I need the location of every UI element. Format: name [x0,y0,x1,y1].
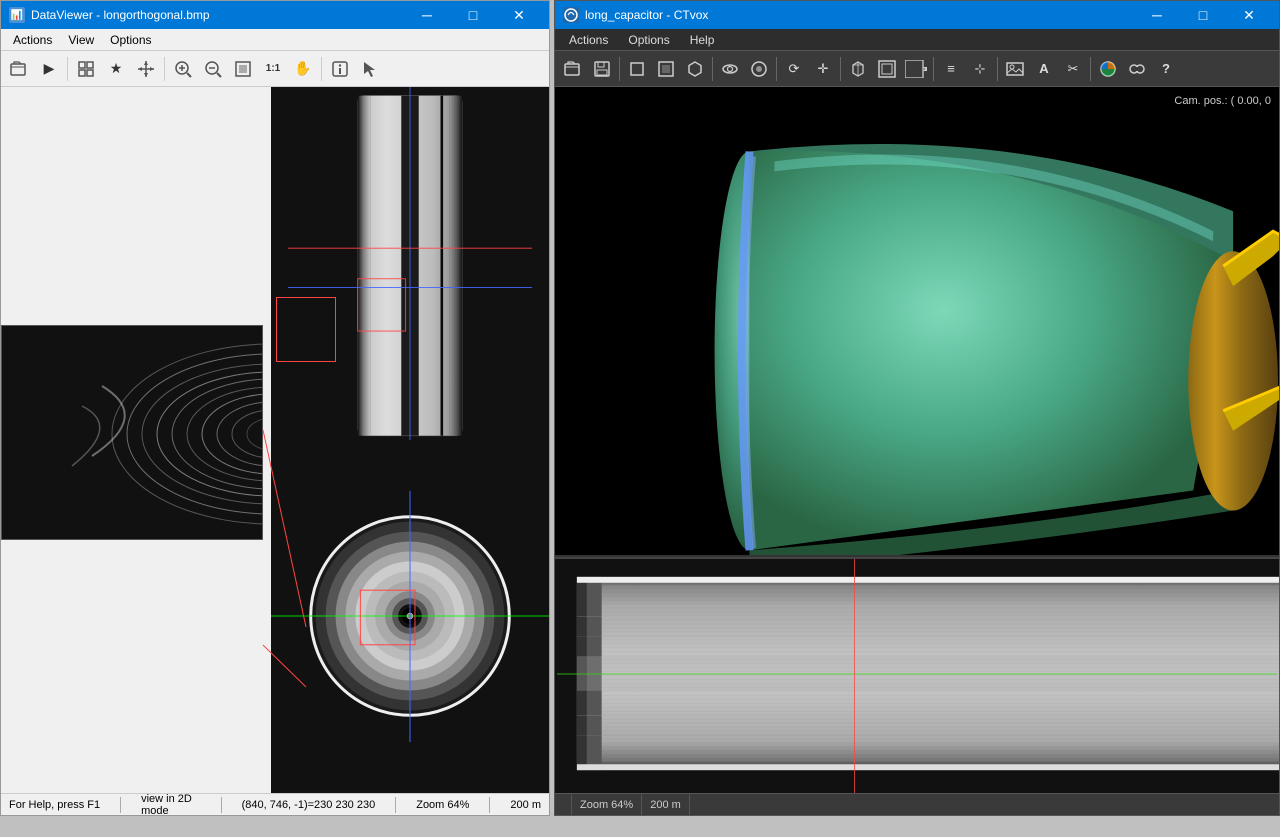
right-toolbar-sep-1 [619,57,620,81]
right-text-a-button[interactable]: A [1030,55,1058,83]
right-close-button[interactable]: ✕ [1227,1,1271,29]
left-window: 📊 DataViewer - longorthogonal.bmp ─ □ ✕ … [0,0,550,816]
right-cursor2-button[interactable]: ⊹ [966,55,994,83]
status-sep-4 [489,797,490,813]
ct-side-view-image [555,557,1279,793]
right-help-menu[interactable]: Help [680,31,725,49]
cursor-button[interactable] [356,55,384,83]
mode-text: view in 2D mode [141,793,200,817]
right-title-bar: long_capacitor - CTvox ─ □ ✕ [555,1,1279,29]
left-menu-bar: Actions View Options [1,29,549,51]
right-box2-button[interactable] [652,55,680,83]
right-window: long_capacitor - CTvox ─ □ ✕ Actions Opt… [554,0,1280,816]
scale-text: 200 m [510,799,541,811]
coords-text: (840, 746, -1)=230 230 230 [242,799,376,811]
status-sep-2 [221,797,222,813]
right-colors-button[interactable] [1094,55,1122,83]
right-maximize-button[interactable]: □ [1181,1,1225,29]
right-axes-button[interactable]: ✛ [809,55,837,83]
view-bottom-ct[interactable] [271,440,549,793]
left-content-area: For Help, press F1 view in 2D mode (840,… [1,87,549,815]
right-dropdown-button[interactable] [902,55,930,83]
right-status-zoom: Zoom 64% [572,794,642,815]
left-status-bar: For Help, press F1 view in 2D mode (840,… [1,793,549,815]
right-link-button[interactable] [1123,55,1151,83]
right-toolbar-sep-2 [712,57,713,81]
grid-button[interactable] [72,55,100,83]
options-menu[interactable]: Options [102,31,159,49]
right-list-button[interactable]: ≡ [937,55,965,83]
right-eye2-button[interactable] [745,55,773,83]
ct-top-image [271,87,549,440]
capacitor-3d-render [555,87,1279,555]
right-toolbar-sep-3 [776,57,777,81]
right-scale-text: 200 m [650,799,681,811]
right-toolbar-sep-4 [840,57,841,81]
right-options-menu[interactable]: Options [618,31,679,49]
right-image-button[interactable] [1001,55,1029,83]
help-text: For Help, press F1 [9,799,100,811]
left-window-title: DataViewer - longorthogonal.bmp [31,8,399,22]
zoom-text: Zoom 64% [416,799,469,811]
right-window-controls: ─ □ ✕ [1135,1,1271,29]
left-window-icon: 📊 [9,7,25,23]
magnifier-selection-box [276,297,336,362]
status-sep-3 [395,797,396,813]
right-window-icon [563,7,579,23]
right-menu-bar: Actions Options Help [555,29,1279,51]
right-status-empty [555,794,572,815]
info-button[interactable] [326,55,354,83]
right-status-bar: Zoom 64% 200 m [555,793,1279,815]
left-window-controls: ─ □ ✕ [405,1,541,29]
panel-separator [555,557,1279,559]
play-button[interactable]: ▶ [35,55,63,83]
right-cube-button[interactable] [844,55,872,83]
right-toolbar: ⟳ ✛ ≡ ⊹ A ✂ ? [555,51,1279,87]
view-menu[interactable]: View [60,31,102,49]
right-status-scale: 200 m [642,794,690,815]
right-box-button[interactable] [623,55,651,83]
pan-button[interactable]: ✋ [289,55,317,83]
right-help-button[interactable]: ? [1152,55,1180,83]
ct-bottom-image [271,440,549,793]
right-actions-menu[interactable]: Actions [559,31,618,49]
fit-button[interactable] [229,55,257,83]
cam-pos-label: Cam. pos.: ( 0.00, 0 [1174,95,1271,107]
mag-inset-image [2,326,263,540]
close-button[interactable]: ✕ [497,1,541,29]
right-window-title: long_capacitor - CTvox [585,8,1129,22]
toolbar-sep-2 [164,57,165,81]
right-eye-button[interactable] [716,55,744,83]
viewport-3d[interactable] [555,87,1279,555]
right-save-button[interactable] [588,55,616,83]
right-bottom-ct-panel[interactable]: Zoom 64% 200 m [555,555,1279,815]
one-to-one-button[interactable]: 1:1 [259,55,287,83]
view-top-ct[interactable] [271,87,549,440]
right-frame-button[interactable] [873,55,901,83]
actions-menu[interactable]: Actions [5,31,60,49]
right-minimize-button[interactable]: ─ [1135,1,1179,29]
zoom-out-button[interactable] [199,55,227,83]
left-title-bar: 📊 DataViewer - longorthogonal.bmp ─ □ ✕ [1,1,549,29]
left-toolbar: ▶ ★ 1:1 ✋ [1,51,549,87]
toolbar-sep-1 [67,57,68,81]
star-button[interactable]: ★ [102,55,130,83]
right-rotate-button[interactable]: ⟳ [780,55,808,83]
views-container [271,87,549,793]
minimize-button[interactable]: ─ [405,1,449,29]
right-toolbar-sep-6 [997,57,998,81]
right-clip-button[interactable]: ✂ [1059,55,1087,83]
zoom-in-button[interactable] [169,55,197,83]
toolbar-sep-3 [321,57,322,81]
status-sep-1 [120,797,121,813]
right-toolbar-sep-5 [933,57,934,81]
right-hex-button[interactable] [681,55,709,83]
right-zoom-text: Zoom 64% [580,799,633,811]
move-button[interactable] [132,55,160,83]
magnifier-inset [1,325,263,540]
maximize-button[interactable]: □ [451,1,495,29]
open-button[interactable] [5,55,33,83]
right-toolbar-sep-7 [1090,57,1091,81]
right-open-button[interactable] [559,55,587,83]
